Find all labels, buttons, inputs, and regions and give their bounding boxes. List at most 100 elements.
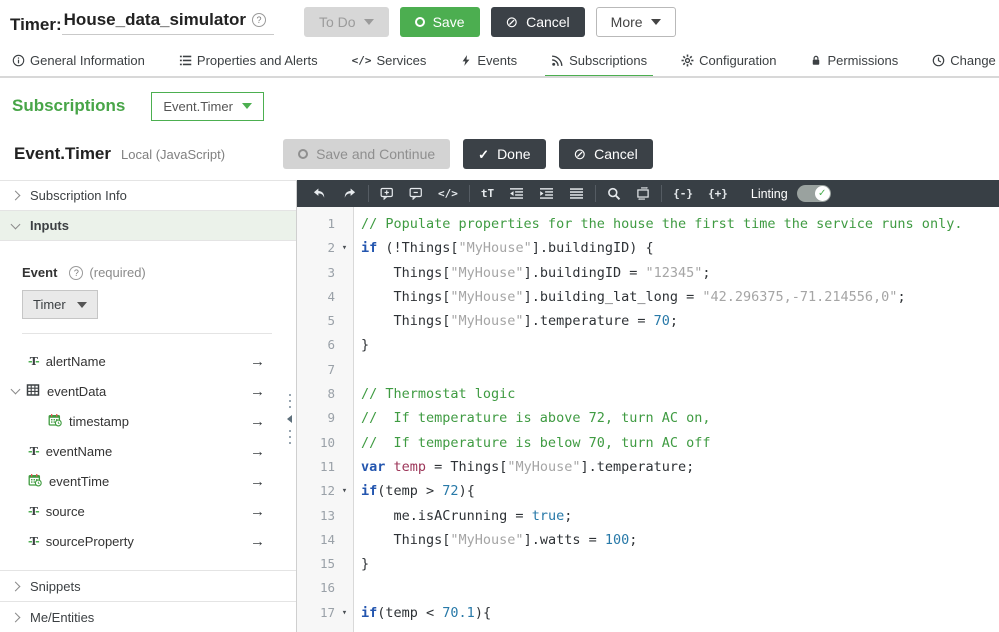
fold-marker-icon[interactable]: ▾	[335, 601, 354, 625]
map-input-arrow-icon[interactable]: →	[250, 473, 265, 490]
code-line[interactable]: 3 Things["MyHouse"].buildingID = "12345"…	[297, 261, 999, 285]
redo-icon[interactable]	[342, 187, 357, 200]
page-title: Subscriptions	[12, 96, 125, 116]
line-number: 10	[297, 431, 335, 455]
remove-comment-icon[interactable]	[409, 187, 423, 200]
save-button[interactable]: Save	[400, 7, 480, 37]
map-input-arrow-icon[interactable]: →	[250, 443, 265, 460]
outdent-icon[interactable]	[509, 187, 524, 200]
tab-general-information[interactable]: General Information	[12, 44, 145, 76]
linting-label: Linting	[751, 187, 788, 201]
code-line[interactable]: 1// Populate properties for the house th…	[297, 212, 999, 236]
tree-item-source[interactable]: -T-source→	[12, 496, 296, 526]
entity-type-label: Timer:	[10, 15, 62, 35]
event-dropdown[interactable]: Timer	[22, 290, 98, 319]
code-editor: </> tT {-} {+} Linting ✓ 1// Populate propert…	[297, 180, 999, 632]
tree-item-eventname[interactable]: -T-eventName→	[12, 436, 296, 466]
unfold-braces-icon[interactable]: {+}	[708, 188, 728, 199]
section-me-entities[interactable]: Me/Entities	[0, 601, 296, 632]
subscription-selector[interactable]: Event.Timer	[151, 92, 264, 121]
tab-permissions[interactable]: Permissions	[810, 44, 898, 76]
done-button[interactable]: ✓ Done	[463, 139, 545, 169]
line-number: 3	[297, 261, 335, 285]
help-icon[interactable]: ?	[252, 13, 266, 27]
line-number: 15	[297, 552, 335, 576]
save-and-continue-button[interactable]: Save and Continue	[283, 139, 450, 169]
code-line[interactable]: 8// Thermostat logic	[297, 382, 999, 406]
code-line[interactable]: 11var temp = Things["MyHouse"].temperatu…	[297, 455, 999, 479]
tree-item-timestamp[interactable]: timestamp→	[12, 406, 296, 436]
subscription-sidebar: Subscription Info Inputs Event ? (requir…	[0, 180, 297, 632]
tree-item-eventtime[interactable]: eventTime→	[12, 466, 296, 496]
tree-item-eventdata[interactable]: eventData→	[12, 376, 296, 406]
cancel-ban-icon: ⊘	[506, 15, 519, 30]
code-line[interactable]: 15}	[297, 552, 999, 576]
code-line[interactable]: 16	[297, 576, 999, 600]
tab-services[interactable]: </>Services	[352, 44, 427, 76]
code-area[interactable]: 1// Populate properties for the house th…	[297, 207, 999, 632]
line-number: 4	[297, 285, 335, 309]
undo-icon[interactable]	[312, 187, 327, 200]
help-icon[interactable]: ?	[69, 266, 83, 280]
section-snippets[interactable]: Snippets	[0, 570, 296, 601]
code-line[interactable]: 5 Things["MyHouse"].temperature = 70;	[297, 309, 999, 333]
code-line[interactable]: 6}	[297, 333, 999, 357]
indent-icon[interactable]	[539, 187, 554, 200]
todo-button[interactable]: To Do	[304, 7, 389, 37]
map-input-arrow-icon[interactable]: →	[250, 533, 265, 550]
more-button[interactable]: More	[596, 7, 676, 37]
code-line[interactable]: 4 Things["MyHouse"].building_lat_long = …	[297, 285, 999, 309]
panel-resize-handle[interactable]	[287, 393, 292, 445]
add-comment-icon[interactable]	[380, 187, 394, 200]
code-text: if (!Things["MyHouse"].buildingID) {	[354, 236, 654, 260]
tab-properties-and-alerts[interactable]: Properties and Alerts	[179, 44, 318, 76]
code-line[interactable]: 7	[297, 358, 999, 382]
code-line[interactable]: 2▾if (!Things["MyHouse"].buildingID) {	[297, 236, 999, 260]
tab-configuration[interactable]: Configuration	[681, 44, 776, 76]
chevron-down-icon	[364, 19, 374, 25]
code-line[interactable]: 9// If temperature is above 72, turn AC …	[297, 406, 999, 430]
tree-item-alertname[interactable]: -T-alertName→	[12, 346, 296, 376]
toolbar-group	[301, 185, 368, 202]
fold-marker-icon[interactable]: ▾	[335, 236, 354, 260]
chevron-right-icon	[11, 581, 21, 591]
line-number: 9	[297, 406, 335, 430]
map-input-arrow-icon[interactable]: →	[250, 413, 265, 430]
fold-marker-icon[interactable]: ▾	[335, 479, 354, 503]
font-size-icon[interactable]: tT	[481, 188, 494, 199]
entity-name-field[interactable]: House_data_simulator ?	[62, 10, 274, 35]
cancel-ban-icon: ⊘	[574, 147, 587, 162]
top-actions: To Do Save ⊘ Cancel More	[304, 7, 676, 37]
tab-events[interactable]: Events	[460, 44, 517, 76]
code-line[interactable]: 10// If temperature is below 70, turn AC…	[297, 431, 999, 455]
save-label: Save	[433, 14, 465, 30]
search-icon[interactable]	[607, 187, 621, 201]
map-input-arrow-icon[interactable]: →	[250, 503, 265, 520]
code-text: me.isACrunning = true;	[354, 504, 572, 528]
section-subscription-info[interactable]: Subscription Info	[0, 181, 296, 211]
chevron-down-icon	[77, 302, 87, 308]
code-text: Things["MyHouse"].buildingID = "12345";	[354, 261, 711, 285]
cancel-button[interactable]: ⊘ Cancel	[491, 7, 585, 37]
chevron-right-icon	[11, 612, 21, 622]
tree-item-sourceproperty[interactable]: -T-sourceProperty→	[12, 526, 296, 556]
code-icon: </>	[352, 54, 372, 67]
replace-icon[interactable]	[636, 187, 650, 200]
tab-change-hi[interactable]: Change Hi	[932, 44, 999, 76]
code-line[interactable]: 17▾if(temp < 70.1){	[297, 601, 999, 625]
map-input-arrow-icon[interactable]: →	[250, 353, 265, 370]
map-input-arrow-icon[interactable]: →	[250, 383, 265, 400]
editor-cancel-button[interactable]: ⊘ Cancel	[559, 139, 653, 169]
fold-braces-icon[interactable]: {-}	[673, 188, 693, 199]
code-snippet-icon[interactable]: </>	[438, 188, 458, 199]
code-line[interactable]: 12▾if(temp > 72){	[297, 479, 999, 503]
linting-toggle[interactable]: ✓	[797, 185, 831, 202]
section-inputs[interactable]: Inputs	[0, 211, 296, 241]
code-text: var temp = Things["MyHouse"].temperature…	[354, 455, 694, 479]
format-icon[interactable]	[569, 187, 584, 200]
chevron-down-icon[interactable]	[11, 385, 21, 395]
code-line[interactable]: 14 Things["MyHouse"].watts = 100;	[297, 528, 999, 552]
tab-subscriptions[interactable]: Subscriptions	[551, 44, 647, 76]
code-line[interactable]: 13 me.isACrunning = true;	[297, 504, 999, 528]
section-label: Snippets	[30, 579, 81, 594]
